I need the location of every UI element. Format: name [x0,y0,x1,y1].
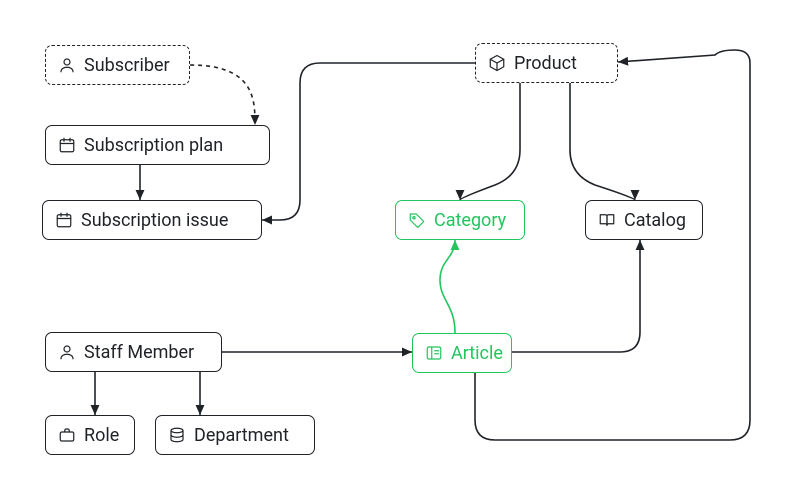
package-icon [488,54,506,72]
user-icon [58,343,76,361]
calendar-icon [55,211,73,229]
node-role: Role [45,415,135,455]
book-open-icon [598,211,616,229]
layout-icon [425,344,443,362]
tag-icon [408,211,426,229]
node-label: Product [514,55,577,73]
edge-article-to-category [440,240,455,333]
database-icon [168,426,186,444]
node-label: Category [434,212,506,230]
edge-product-to-issue [262,63,475,220]
briefcase-icon [58,426,76,444]
diagram-canvas: Subscriber Product Subscription plan Sub… [0,0,800,503]
node-product: Product [475,43,618,83]
node-label: Catalog [624,212,686,230]
node-label: Staff Member [84,344,194,362]
node-department: Department [155,415,315,455]
node-subscription-plan: Subscription plan [45,125,270,165]
node-subscriber: Subscriber [45,45,190,85]
edge-product-to-catalog [570,83,635,200]
edge-outer-loop-to-product [475,50,750,440]
node-label: Subscription plan [84,137,223,155]
edge-article-to-catalog [512,240,640,352]
node-article: Article [412,333,512,373]
node-subscription-issue: Subscription issue [42,200,262,240]
node-label: Subscriber [84,57,170,75]
edge-subscriber-to-plan [190,65,255,125]
node-staff-member: Staff Member [45,332,222,372]
node-label: Role [84,427,119,445]
calendar-icon [58,136,76,154]
edge-product-to-category [460,83,520,200]
user-icon [58,56,76,74]
node-label: Department [194,427,289,445]
node-catalog: Catalog [585,200,703,240]
node-label: Subscription issue [81,212,228,230]
node-category: Category [395,200,525,240]
node-label: Article [451,345,503,363]
